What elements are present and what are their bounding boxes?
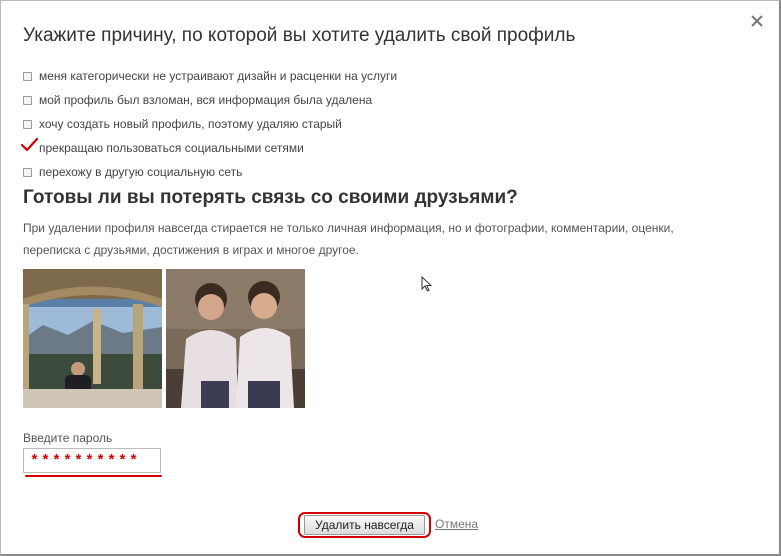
close-icon[interactable] [747,11,767,31]
reason-checkbox[interactable] [23,95,32,105]
reason-option[interactable]: мой профиль был взломан, вся информация … [23,88,397,112]
delete-profile-dialog: Укажите причину, по которой вы хотите уд… [0,0,781,556]
friends-description: При удалении профиля навсегда стирается … [23,221,674,257]
friends-heading: Готовы ли вы потерять связь со своими др… [23,187,518,208]
reason-checkbox[interactable] [23,167,32,177]
reason-label: хочу создать новый профиль, поэтому удал… [39,117,342,131]
reason-label: мой профиль был взломан, вся информация … [39,93,373,107]
password-highlight-underline [25,475,162,477]
checkmark-icon [21,138,39,152]
friend-photo [23,269,162,408]
dialog-title: Укажите причину, по которой вы хотите уд… [23,25,576,46]
reason-option[interactable]: перехожу в другую социальную сеть [23,160,397,184]
reason-label: прекращаю пользоваться социальными сетям… [39,141,304,155]
password-label: Введите пароль [23,431,113,445]
password-input[interactable]: ********** [23,448,161,473]
cancel-link[interactable]: Отмена [435,517,478,531]
delete-forever-button[interactable]: Удалить навсегда [304,515,425,535]
reason-checkbox[interactable] [23,71,32,81]
mouse-cursor-icon [421,276,433,292]
friend-photo [166,269,305,408]
reason-option[interactable]: меня категорически не устраивают дизайн … [23,64,397,88]
reason-list: меня категорически не устраивают дизайн … [21,64,397,184]
reason-label: перехожу в другую социальную сеть [39,165,243,179]
reason-option-selected[interactable]: прекращаю пользоваться социальными сетям… [21,136,397,160]
reason-checkbox[interactable] [23,119,32,129]
reason-option[interactable]: хочу создать новый профиль, поэтому удал… [23,112,397,136]
reason-label: меня категорически не устраивают дизайн … [39,69,398,83]
